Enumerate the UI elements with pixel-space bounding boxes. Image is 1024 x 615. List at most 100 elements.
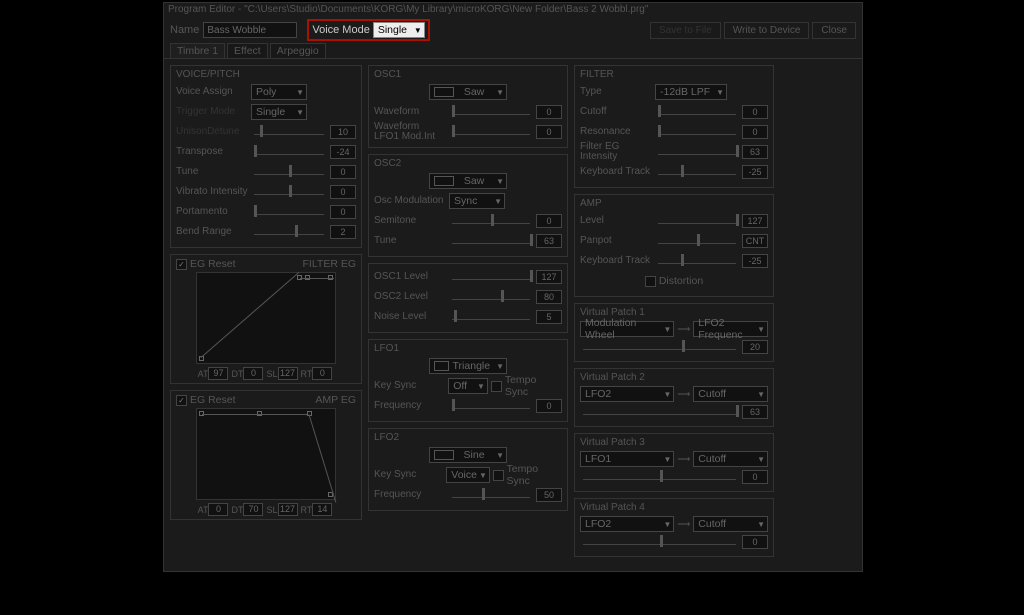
- lfo1-temposync-check[interactable]: Tempo Sync: [491, 374, 562, 398]
- noise-level-slider[interactable]: [452, 314, 530, 320]
- transpose-slider[interactable]: [254, 149, 324, 155]
- resonance-value[interactable]: 0: [742, 125, 768, 139]
- arrow-icon: ⟶: [677, 389, 690, 400]
- filter-eg-at[interactable]: 97: [208, 367, 228, 380]
- osc1-level-value[interactable]: 127: [536, 270, 562, 284]
- window-title: Program Editor - "C:\Users\Studio\Docume…: [164, 3, 862, 19]
- unison-detune-slider[interactable]: [254, 129, 324, 135]
- amp-eg-sl[interactable]: 127: [278, 503, 298, 516]
- vp4-slider[interactable]: [583, 539, 736, 545]
- close-button[interactable]: Close: [812, 22, 856, 39]
- resonance-slider[interactable]: [658, 129, 736, 135]
- osc1-level-slider[interactable]: [452, 274, 530, 280]
- filter-eg-reset-check[interactable]: ✓EG Reset: [176, 258, 236, 270]
- lfo1-freq-slider[interactable]: [452, 403, 530, 409]
- bend-slider[interactable]: [254, 229, 324, 235]
- portamento-slider[interactable]: [254, 209, 324, 215]
- filter-type-select[interactable]: -12dB LPF▼: [655, 84, 727, 100]
- vp2-dst-select[interactable]: Cutoff▼: [693, 386, 768, 402]
- filter-eg-sl[interactable]: 127: [278, 367, 298, 380]
- amp-level-value[interactable]: 127: [742, 214, 768, 228]
- amp-kbd-value[interactable]: -25: [742, 254, 768, 268]
- tab-effect[interactable]: Effect: [227, 43, 268, 58]
- osc2-level-slider[interactable]: [452, 294, 530, 300]
- chevron-down-icon: ▼: [716, 88, 724, 97]
- vp2-src-select[interactable]: LFO2▼: [580, 386, 674, 402]
- arrow-icon: ⟶: [677, 454, 690, 465]
- vibrato-value[interactable]: 0: [330, 185, 356, 199]
- osc1-wflfo-slider[interactable]: [452, 129, 530, 135]
- portamento-value[interactable]: 0: [330, 205, 356, 219]
- amp-pan-value[interactable]: CNT: [742, 234, 768, 248]
- lfo2-keysync-select[interactable]: Voice▼: [446, 467, 490, 483]
- save-to-file-button[interactable]: Save to File: [650, 22, 721, 39]
- amp-eg-at[interactable]: 0: [208, 503, 228, 516]
- amp-eg-dt[interactable]: 70: [243, 503, 263, 516]
- osc1-wflfo-value[interactable]: 0: [536, 125, 562, 139]
- amp-kbd-label: Keyboard Track: [580, 256, 652, 266]
- filter-egint-slider[interactable]: [658, 149, 736, 155]
- trigger-mode-select[interactable]: Single▼: [251, 104, 307, 120]
- voice-mode-select[interactable]: Single▼: [373, 22, 425, 38]
- vp2-value[interactable]: 63: [742, 405, 768, 419]
- noise-level-value[interactable]: 5: [536, 310, 562, 324]
- vp3-value[interactable]: 0: [742, 470, 768, 484]
- vp1-dst-select[interactable]: LFO2 Frequenc▼: [693, 321, 768, 337]
- amp-eg-reset-check[interactable]: ✓EG Reset: [176, 394, 236, 406]
- lfo1-wave-select[interactable]: Triangle▼: [429, 358, 507, 374]
- amp-eg-block: ✓EG ResetAMP EG AT0 DT70 SL127 RT14: [170, 390, 362, 520]
- lfo1-keysync-select[interactable]: Off▼: [448, 378, 488, 394]
- tune-slider[interactable]: [254, 169, 324, 175]
- vp4-src-select[interactable]: LFO2▼: [580, 516, 674, 532]
- name-input[interactable]: [203, 22, 297, 38]
- filter-kbd-value[interactable]: -25: [742, 165, 768, 179]
- osc2-level-value[interactable]: 80: [536, 290, 562, 304]
- vp4-dst-select[interactable]: Cutoff▼: [693, 516, 768, 532]
- vp3-slider[interactable]: [583, 474, 736, 480]
- unison-detune-value[interactable]: 10: [330, 125, 356, 139]
- tab-timbre1[interactable]: Timbre 1: [170, 43, 225, 58]
- vp3-src-select[interactable]: LFO1▼: [580, 451, 674, 467]
- vp2-slider[interactable]: [583, 409, 736, 415]
- lfo1-freq-value[interactable]: 0: [536, 399, 562, 413]
- osc2-tune-value[interactable]: 63: [536, 234, 562, 248]
- lfo2-temposync-check[interactable]: Tempo Sync: [493, 463, 562, 487]
- lfo2-freq-value[interactable]: 50: [536, 488, 562, 502]
- osc2-wave-select[interactable]: Saw▼: [429, 173, 507, 189]
- transpose-value[interactable]: -24: [330, 145, 356, 159]
- tune-value[interactable]: 0: [330, 165, 356, 179]
- filter-kbd-slider[interactable]: [658, 169, 736, 175]
- write-to-device-button[interactable]: Write to Device: [724, 22, 810, 39]
- bend-value[interactable]: 2: [330, 225, 356, 239]
- osc2-mod-select[interactable]: Sync▼: [449, 193, 505, 209]
- filter-eg-canvas[interactable]: [196, 272, 336, 364]
- vp1-slider[interactable]: [583, 344, 736, 350]
- osc1-waveform-slider[interactable]: [452, 109, 530, 115]
- filter-egint-value[interactable]: 63: [742, 145, 768, 159]
- amp-eg-rt[interactable]: 14: [312, 503, 332, 516]
- filter-eg-rt[interactable]: 0: [312, 367, 332, 380]
- filter-eg-dt[interactable]: 0: [243, 367, 263, 380]
- osc1-title: OSC1: [374, 69, 562, 80]
- amp-kbd-slider[interactable]: [658, 258, 736, 264]
- vp3-dst-select[interactable]: Cutoff▼: [693, 451, 768, 467]
- amp-eg-canvas[interactable]: [196, 408, 336, 500]
- vp1-value[interactable]: 20: [742, 340, 768, 354]
- vp4-value[interactable]: 0: [742, 535, 768, 549]
- amp-pan-slider[interactable]: [658, 238, 736, 244]
- cutoff-slider[interactable]: [658, 109, 736, 115]
- voice-assign-select[interactable]: Poly▼: [251, 84, 307, 100]
- osc1-wave-select[interactable]: Saw▼: [429, 84, 507, 100]
- lfo2-freq-slider[interactable]: [452, 492, 530, 498]
- osc2-semitone-value[interactable]: 0: [536, 214, 562, 228]
- cutoff-value[interactable]: 0: [742, 105, 768, 119]
- distortion-check[interactable]: Distortion: [645, 275, 703, 287]
- tab-arpeggio[interactable]: Arpeggio: [270, 43, 326, 58]
- osc2-tune-slider[interactable]: [452, 238, 530, 244]
- lfo2-wave-select[interactable]: Sine▼: [429, 447, 507, 463]
- osc1-waveform-value[interactable]: 0: [536, 105, 562, 119]
- amp-level-slider[interactable]: [658, 218, 736, 224]
- osc2-semitone-slider[interactable]: [452, 218, 530, 224]
- vp1-src-select[interactable]: Modulation Wheel▼: [580, 321, 674, 337]
- vibrato-slider[interactable]: [254, 189, 324, 195]
